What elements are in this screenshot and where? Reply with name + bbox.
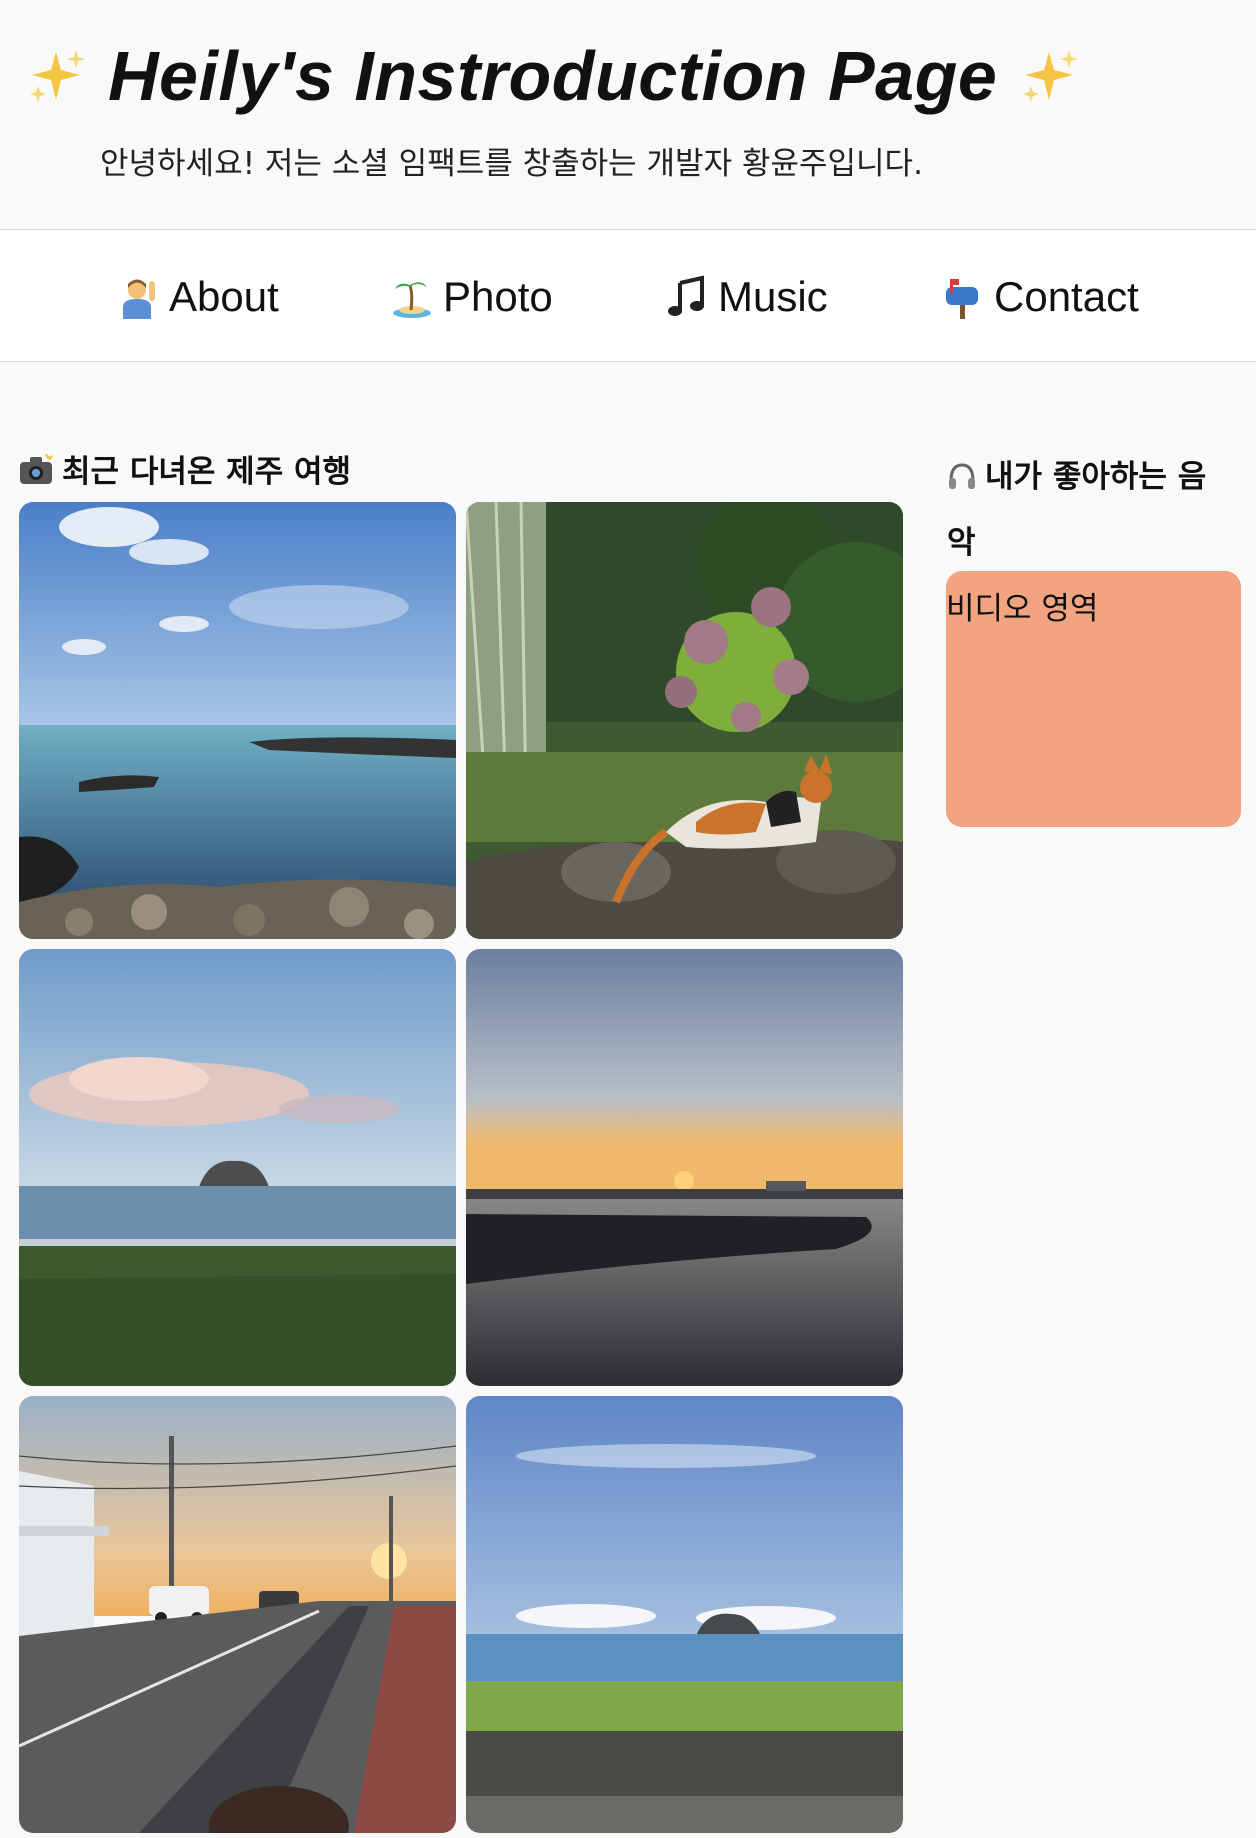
nav-item-music[interactable]: Music — [666, 269, 828, 325]
photo-rocky-shore[interactable] — [19, 502, 456, 939]
main-nav: About Photo Music Contact — [0, 231, 1256, 362]
video-area[interactable]: 비디오 영역 — [946, 571, 1241, 827]
headphones-icon — [949, 463, 975, 489]
nav-item-about[interactable]: About — [117, 269, 279, 325]
nav-item-photo[interactable]: Photo — [391, 269, 553, 325]
sparkles-icon — [1021, 46, 1081, 106]
video-area-label: 비디오 영역 — [946, 591, 1099, 627]
nav-item-label: Photo — [443, 273, 553, 320]
music-section-title: 내가 좋아하는 음악 — [947, 459, 1207, 561]
page-subtitle: 안녕하세요! 저는 소셜 임팩트를 창출하는 개발자 황윤주입니다. — [100, 146, 923, 182]
photo-cat-hydrangea[interactable] — [466, 502, 903, 939]
nav-item-label: Contact — [994, 273, 1139, 320]
photo-island-view[interactable] — [466, 1396, 903, 1833]
photo-section-title: 최근 다녀온 제주 여행 — [62, 454, 352, 490]
sparkles-icon — [28, 46, 88, 106]
page-title-text: Heily's Instroduction Page — [108, 37, 998, 115]
photo-sunset-harbor[interactable] — [466, 949, 903, 1386]
music-section-heading: 내가 좋아하는 음악 — [947, 444, 1227, 576]
mailbox-icon — [946, 279, 978, 319]
page-header: Heily's Instroduction Page 안녕하세요! 저는 소셜 … — [0, 0, 1256, 230]
photo-section-heading: 최근 다녀온 제주 여행 — [18, 446, 351, 491]
photo-coastal-road[interactable] — [19, 1396, 456, 1833]
music-note-icon — [668, 275, 704, 316]
person-raising-hand-icon — [123, 279, 155, 319]
nav-item-label: Music — [718, 273, 828, 320]
desert-island-icon — [393, 282, 431, 318]
nav-item-label: About — [169, 273, 279, 320]
camera-flash-icon — [20, 453, 53, 484]
nav-item-contact[interactable]: Contact — [942, 269, 1139, 325]
page-title: Heily's Instroduction Page — [28, 36, 1081, 116]
photo-island-dusk[interactable] — [19, 949, 456, 1386]
